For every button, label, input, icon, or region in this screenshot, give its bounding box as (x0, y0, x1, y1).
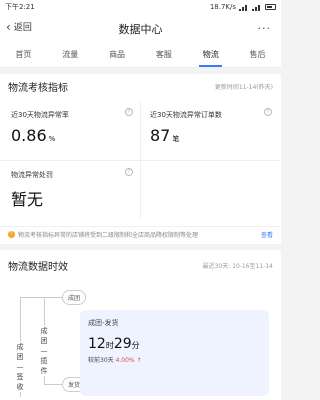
penalty-notice[interactable]: ! 物流考核指标异常的店铺将受到二级限制和全店商品降权限制等处理 查看 (0, 226, 281, 242)
arrow-up-icon: ↑ (136, 357, 142, 364)
signal-icon-2 (252, 4, 262, 11)
kpi-title: 物流考核指标 (8, 82, 68, 94)
tab-home[interactable]: 首页 (0, 44, 47, 67)
status-bar: 下午2:21 18.7K/s (0, 0, 281, 14)
kpi-label: 近30天物流异常率 (11, 111, 69, 119)
span-group-to-receive: 成团—签收 (16, 342, 24, 392)
help-icon[interactable]: ? (125, 168, 133, 176)
notice-view-link[interactable]: 查看 (261, 230, 273, 239)
status-right: 18.7K/s (210, 3, 276, 11)
timeliness-title: 物流数据时效 (8, 261, 68, 273)
timeliness-section: 物流数据时效 最近30天: 10-16至11-14 成团 发货 成团—签收 成团… (0, 250, 281, 400)
back-label: 返回 (13, 23, 32, 33)
tab-products[interactable]: 商品 (94, 44, 141, 67)
tab-service[interactable]: 客服 (140, 44, 187, 67)
net-speed: 18.7K/s (209, 3, 236, 11)
kpi-label: 近30天物流异常订单数 (150, 111, 222, 119)
chevron-left-icon: ‹ (6, 19, 11, 34)
battery-icon (265, 4, 276, 10)
flow-node-group: 成团 (62, 290, 87, 305)
back-button[interactable]: ‹ 返回 (6, 19, 32, 34)
kpi-value: 87 笔 (150, 126, 180, 145)
timeliness-range: 最近30天: 10-16至11-14 (202, 262, 273, 270)
card-title: 成团-发货 (88, 319, 119, 327)
change-value: 4.00% (115, 357, 135, 364)
kpi-card-abnormal-orders[interactable]: 近30天物流异常订单数 ? 87 笔 (142, 102, 278, 160)
card-value: 12时29分 (88, 336, 140, 352)
kpi-value: 0.86% (11, 126, 56, 145)
tab-traffic[interactable]: 流量 (47, 44, 94, 67)
kpi-updated: 更新时间11-14(昨天) (214, 83, 273, 91)
warning-icon: ! (8, 231, 15, 238)
span-group-to-pickup: 成团—揽件 (40, 326, 48, 376)
page-title: 数据中心 (118, 23, 163, 36)
kpi-section: 物流考核指标 更新时间11-14(昨天) 近30天物流异常率 ? 0.86% 近… (0, 74, 281, 244)
card-compare: 较前30天 4.00% ↑ (88, 357, 142, 364)
tab-aftersale[interactable]: 售后 (234, 44, 281, 67)
kpi-value: 暂无 (11, 190, 44, 209)
kpi-card-abnormal-rate[interactable]: 近30天物流异常率 ? 0.86% (3, 102, 139, 160)
help-icon[interactable]: ? (264, 108, 272, 116)
flow-connector (44, 384, 62, 385)
signal-icon (239, 4, 249, 11)
tab-logistics[interactable]: 物流 (187, 44, 234, 67)
help-icon[interactable]: ? (125, 108, 133, 116)
kpi-label: 物流异常处罚 (11, 171, 53, 179)
nav-header: ‹ 返回 数据中心 ··· (0, 14, 281, 44)
tab-bar: 首页 流量 商品 客服 物流 售后 (0, 44, 281, 68)
metric-card-group-to-ship[interactable]: 成团-发货 12时29分 较前30天 4.00% ↑ (80, 310, 269, 396)
divider (0, 160, 281, 161)
kpi-card-penalty[interactable]: 物流异常处罚 ? 暂无 (3, 162, 139, 220)
notice-text: 物流考核指标异常的店铺将受到二级限制和全店商品降权限制等处理 (18, 232, 199, 239)
status-time: 下午2:21 (5, 3, 35, 11)
more-menu-button[interactable]: ··· (258, 22, 272, 35)
